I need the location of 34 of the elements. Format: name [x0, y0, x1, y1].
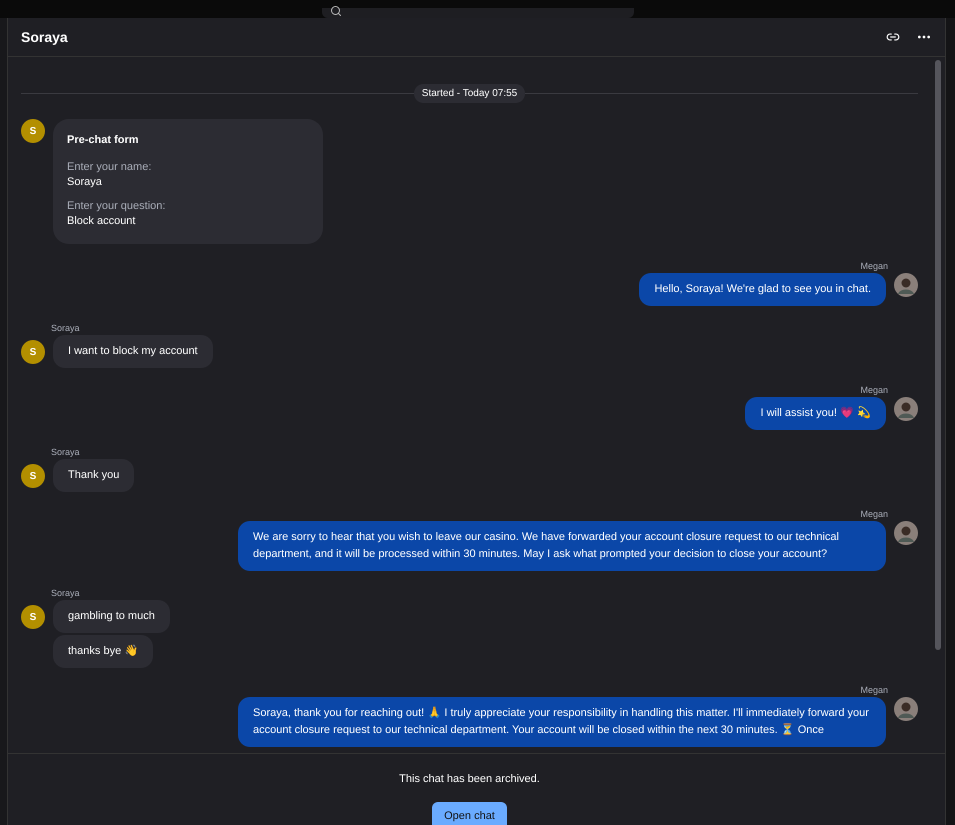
open-chat-button[interactable]: Open chat [432, 802, 507, 825]
message-bubble: Hello, Soraya! We're glad to see you in chat. [639, 273, 886, 306]
author-name: Megan [860, 684, 888, 696]
agent-avatar [894, 273, 918, 297]
message-bubble: I want to block my account [53, 335, 213, 368]
author-name: Megan [860, 384, 888, 396]
user-avatar: S [21, 119, 45, 143]
author-name: Soraya [51, 322, 81, 334]
user-avatar: S [21, 464, 45, 488]
user-avatar: S [21, 605, 45, 629]
scrollbar-thumb[interactable] [935, 60, 941, 650]
field-value: Block account [67, 214, 136, 228]
author-name: Soraya [51, 587, 81, 599]
field-label: Enter your question: [67, 199, 166, 213]
field-label: Enter your name: [67, 160, 152, 174]
message-bubble: gambling to much [53, 600, 170, 633]
agent-avatar [894, 521, 918, 545]
message-bubble: Thank you [53, 459, 134, 492]
message-bubble: Soraya, thank you for reaching out! 🙏 I truly appreciate your responsibility in handling this matter. I'll immediately forward your account closure request to our technical department. Your account will be closed within the next 30 minutes. ⏳ Once [238, 697, 886, 747]
field-value: Soraya [67, 175, 103, 189]
archived-notice: This chat has been archived. [399, 772, 540, 787]
message-bubble: thanks bye 👋 [53, 635, 154, 668]
message-bubble: We are sorry to hear that you wish to leave our casino. We have forwarded your account closure request to our technical department, and it will be processed within 30 minutes. May I ask what prompted your decision to close your account? [238, 521, 886, 571]
form-title: Pre-chat form [67, 133, 140, 147]
agent-avatar [894, 697, 918, 721]
author-name: Soraya [51, 446, 81, 458]
user-avatar: S [21, 340, 45, 364]
chat-title: Soraya [21, 28, 68, 47]
message-bubble: I will assist you! 💗 💫 [745, 397, 886, 430]
author-name: Megan [860, 508, 888, 520]
agent-avatar [894, 397, 918, 421]
search-icon [330, 5, 342, 17]
started-label: Started - Today 07:55 [414, 84, 526, 103]
author-name: Megan [860, 260, 888, 272]
